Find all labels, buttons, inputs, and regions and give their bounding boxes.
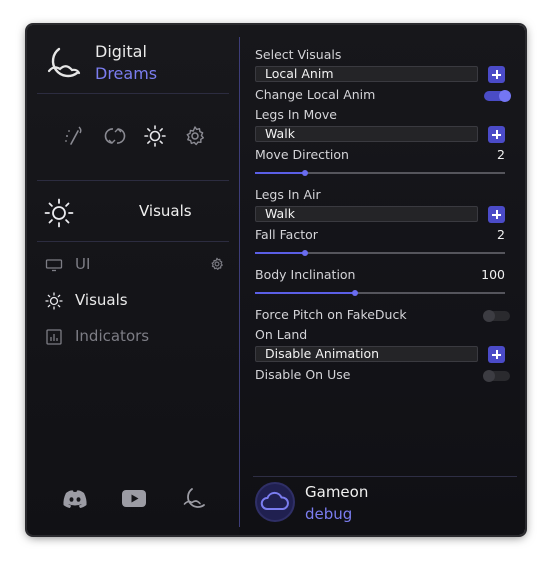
moon-logo-icon[interactable] <box>182 487 208 511</box>
disable-on-use-toggle[interactable] <box>483 370 510 382</box>
avatar <box>255 482 295 522</box>
user-name: Gameon <box>305 483 369 501</box>
sun-icon <box>44 198 74 228</box>
add-button[interactable] <box>488 66 505 83</box>
add-button[interactable] <box>488 206 505 223</box>
monitor-icon <box>45 259 63 272</box>
add-button[interactable] <box>488 346 505 363</box>
force-pitch-toggle[interactable] <box>483 310 510 322</box>
on-land-dropdown[interactable]: Disable Animation <box>255 346 478 362</box>
move-direction-slider[interactable] <box>255 169 505 177</box>
legs-in-air-dropdown[interactable]: Walk <box>255 206 478 222</box>
fall-factor-label: Fall Factor <box>255 227 318 242</box>
fall-factor-slider[interactable] <box>255 249 505 257</box>
body-inclination-slider[interactable] <box>255 289 505 297</box>
select-visuals-dropdown[interactable]: Local Anim <box>255 66 478 82</box>
sidebar-item-indicators[interactable]: Indicators <box>45 324 225 350</box>
body-inclination-value: 100 <box>481 267 505 282</box>
legs-in-move-label: Legs In Move <box>255 107 337 122</box>
gear-icon[interactable] <box>210 257 224 271</box>
sidebar-item-label: Visuals <box>75 291 128 309</box>
moon-logo-icon <box>47 47 81 78</box>
body-inclination-label: Body Inclination <box>255 267 356 282</box>
sun-icon <box>45 292 63 310</box>
sidebar-item-label: UI <box>75 255 91 273</box>
disable-on-use-label: Disable On Use <box>255 367 351 382</box>
on-land-label: On Land <box>255 327 308 342</box>
force-pitch-label: Force Pitch on FakeDuck <box>255 307 407 322</box>
gear-icon[interactable] <box>184 125 206 147</box>
user-role: debug <box>305 505 353 523</box>
divider <box>37 180 229 181</box>
add-button[interactable] <box>488 126 505 143</box>
brand-name: Digital <box>95 42 147 61</box>
move-direction-value: 2 <box>497 147 505 162</box>
youtube-icon[interactable] <box>121 487 147 511</box>
legs-in-move-dropdown[interactable]: Walk <box>255 126 478 142</box>
divider <box>37 93 229 94</box>
legs-in-air-label: Legs In Air <box>255 187 321 202</box>
brand-subtitle: Dreams <box>95 64 158 83</box>
cloud-icon <box>260 491 289 510</box>
discord-icon[interactable] <box>62 487 88 511</box>
fall-factor-value: 2 <box>497 227 505 242</box>
sidebar: Digital Dreams Visuals UI Visuals Indica… <box>27 25 239 535</box>
change-local-anim-label: Change Local Anim <box>255 87 376 102</box>
sidebar-item-label: Indicators <box>75 327 150 345</box>
move-direction-label: Move Direction <box>255 147 349 162</box>
divider <box>253 476 517 477</box>
current-section-title: Visuals <box>139 202 192 220</box>
bar-chart-icon <box>46 329 62 345</box>
sidebar-item-ui[interactable]: UI <box>45 252 225 278</box>
wand-icon[interactable] <box>63 125 85 147</box>
select-visuals-label: Select Visuals <box>255 47 342 62</box>
menu-window: Digital Dreams Visuals UI Visuals Indica… <box>27 25 525 535</box>
divider <box>239 37 240 527</box>
change-local-anim-toggle[interactable] <box>484 90 511 102</box>
undo-redo-icon[interactable] <box>104 125 126 147</box>
divider <box>37 241 229 242</box>
sun-icon[interactable] <box>144 125 166 147</box>
sidebar-item-visuals[interactable]: Visuals <box>45 288 225 314</box>
